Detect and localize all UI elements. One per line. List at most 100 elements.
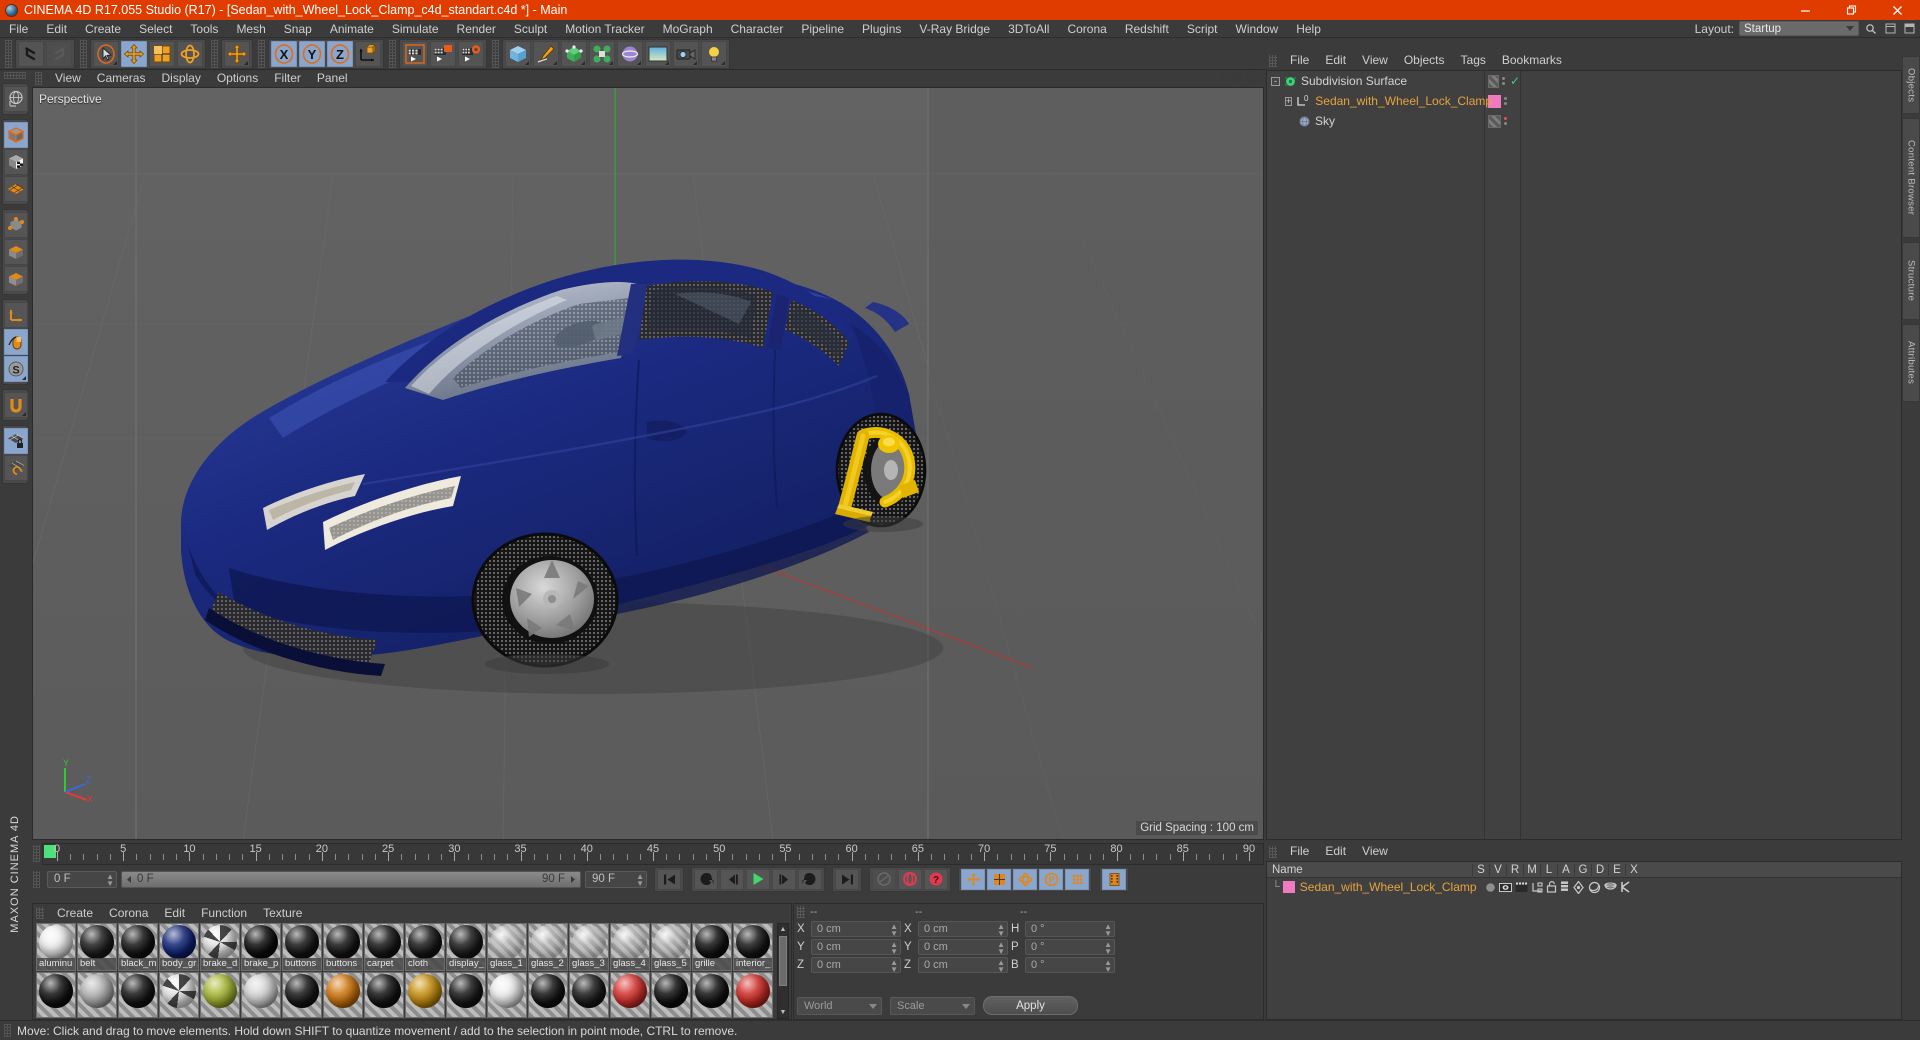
- status-bar-grip[interactable]: [4, 1024, 11, 1037]
- menu-item-render[interactable]: Render: [448, 20, 505, 38]
- render-view-button[interactable]: [402, 40, 428, 67]
- toolbar-grip-4[interactable]: [258, 39, 265, 68]
- workplane-mode-button[interactable]: [4, 176, 28, 202]
- menu-item-sculpt[interactable]: Sculpt: [505, 20, 556, 38]
- timeline-row2-grip[interactable]: [33, 870, 40, 888]
- material-cell[interactable]: buttons: [282, 923, 322, 971]
- material-cell[interactable]: [651, 972, 691, 1018]
- menu-item-window[interactable]: Window: [1227, 20, 1288, 38]
- structure-column-r[interactable]: R: [1506, 863, 1523, 876]
- viewport-menu-filter[interactable]: Filter: [266, 70, 309, 87]
- material-cell[interactable]: body_gr: [159, 923, 199, 971]
- object-axis-mode-button[interactable]: [4, 302, 28, 328]
- add-nurbs-button[interactable]: [561, 40, 587, 67]
- object-menu-edit[interactable]: Edit: [1317, 52, 1354, 69]
- menu-item-3dtoall[interactable]: 3DToAll: [999, 20, 1058, 38]
- structure-column-g[interactable]: G: [1574, 863, 1591, 876]
- menu-item-file[interactable]: File: [0, 20, 37, 38]
- autokeying-button[interactable]: [898, 868, 922, 890]
- enable-snap-button[interactable]: [4, 392, 28, 418]
- spinner-icon[interactable]: ▲ ▼: [997, 959, 1005, 974]
- object-manager-grip[interactable]: [1269, 54, 1277, 67]
- material-cell[interactable]: [323, 972, 363, 1018]
- search-icon[interactable]: [1864, 22, 1878, 36]
- coordinate-system-button[interactable]: [355, 40, 381, 67]
- go-to-start-button[interactable]: [657, 868, 681, 890]
- edges-mode-button[interactable]: [4, 239, 28, 265]
- workplane-align-button[interactable]: [4, 455, 28, 481]
- render-settings-button[interactable]: [458, 40, 484, 67]
- dock-tab-structure[interactable]: Structure: [1902, 242, 1920, 320]
- structure-manager-grip[interactable]: [1269, 845, 1277, 858]
- step-forward-button[interactable]: [772, 868, 796, 890]
- material-cell[interactable]: [36, 972, 76, 1018]
- menu-item-snap[interactable]: Snap: [275, 20, 321, 38]
- spinner-icon[interactable]: ▲ ▼: [1104, 923, 1112, 938]
- coord-field-size[interactable]: 0 cm ▲ ▼: [918, 957, 1008, 974]
- timeline-grip[interactable]: [33, 845, 40, 862]
- unlock-icon[interactable]: [1546, 881, 1557, 893]
- visibility-dots[interactable]: [1504, 117, 1507, 125]
- material-cell[interactable]: brake_d: [200, 923, 240, 971]
- spinner-icon[interactable]: ▲ ▼: [997, 923, 1005, 938]
- add-environment-button[interactable]: [645, 40, 671, 67]
- material-cell[interactable]: black_m: [118, 923, 158, 971]
- left-palette-grip[interactable]: [4, 72, 26, 79]
- material-cell[interactable]: [692, 972, 732, 1018]
- toolbar-grip-2[interactable]: [80, 39, 87, 68]
- menu-item-mesh[interactable]: Mesh: [227, 20, 274, 38]
- spinner-icon[interactable]: ▲ ▼: [890, 941, 898, 956]
- material-cell[interactable]: glass_3: [569, 923, 609, 971]
- point-level-animation-button[interactable]: [1102, 868, 1126, 890]
- viewport-menu-display[interactable]: Display: [153, 70, 208, 87]
- previous-keyframe-button[interactable]: [694, 868, 718, 890]
- material-cell[interactable]: interior_: [733, 923, 773, 971]
- coord-field-position[interactable]: 0 cm ▲ ▼: [811, 939, 901, 956]
- structure-row[interactable]: └ Sedan_with_Wheel_Lock_Clamp: [1267, 878, 1901, 896]
- toolbar-grip-6[interactable]: [492, 39, 499, 68]
- material-menu-corona[interactable]: Corona: [101, 905, 156, 922]
- spinner-icon[interactable]: ▲ ▼: [997, 941, 1005, 956]
- points-mode-button[interactable]: [4, 212, 28, 238]
- add-cube-button[interactable]: [505, 40, 531, 67]
- menu-item-v-ray-bridge[interactable]: V-Ray Bridge: [910, 20, 999, 38]
- structure-menu-edit[interactable]: Edit: [1317, 843, 1354, 860]
- spinner-icon[interactable]: ▲ ▼: [1104, 959, 1112, 974]
- coordinate-mode-select[interactable]: Scale: [890, 996, 975, 1015]
- lock-x-axis-button[interactable]: X: [271, 40, 297, 67]
- visibility-dots[interactable]: [1504, 97, 1507, 105]
- workplane-lock-button[interactable]: [4, 428, 28, 454]
- apply-button[interactable]: Apply: [983, 996, 1078, 1015]
- menu-item-help[interactable]: Help: [1287, 20, 1330, 38]
- menu-item-pipeline[interactable]: Pipeline: [792, 20, 853, 38]
- viewport-menu-panel[interactable]: Panel: [309, 70, 356, 87]
- structure-column-v[interactable]: V: [1489, 863, 1506, 876]
- dock-tab-content-browser[interactable]: Content Browser: [1902, 118, 1920, 238]
- scroll-down-icon[interactable]: ▼: [779, 1008, 787, 1017]
- material-cell[interactable]: [733, 972, 773, 1018]
- no-tag-icon[interactable]: [1488, 114, 1501, 128]
- add-light-button[interactable]: [701, 40, 727, 67]
- material-cell[interactable]: [282, 972, 322, 1018]
- parameter-key-button[interactable]: [1065, 868, 1089, 890]
- lock-y-axis-button[interactable]: Y: [299, 40, 325, 67]
- material-cell[interactable]: [487, 972, 527, 1018]
- play-button[interactable]: [746, 868, 770, 890]
- move-camera-icon[interactable]: [1202, 71, 1214, 86]
- maximize-viewport-icon[interactable]: [1247, 71, 1259, 86]
- structure-menu-file[interactable]: File: [1282, 843, 1317, 860]
- shade-icon[interactable]: [1588, 881, 1601, 894]
- enable-axis-mode-button[interactable]: S: [4, 356, 28, 382]
- menu-item-simulate[interactable]: Simulate: [383, 20, 448, 38]
- material-grid[interactable]: aluminu belt black_m body_gr brake_d brake_p b…: [35, 923, 775, 1019]
- material-cell[interactable]: buttons: [323, 923, 363, 971]
- add-camera-button[interactable]: [673, 40, 699, 67]
- layout-select[interactable]: Startup: [1739, 21, 1859, 36]
- rotate-tool-button[interactable]: [177, 40, 203, 67]
- coord-field-rotation[interactable]: 0 ° ▲ ▼: [1025, 957, 1115, 974]
- minimize-button[interactable]: [1782, 0, 1828, 20]
- spinner-icon-2[interactable]: ▲ ▼: [636, 872, 644, 887]
- layers-icon[interactable]: [1560, 881, 1569, 893]
- current-frame-field[interactable]: 0 F ▲ ▼: [47, 870, 117, 888]
- material-manager-grip[interactable]: [36, 907, 44, 919]
